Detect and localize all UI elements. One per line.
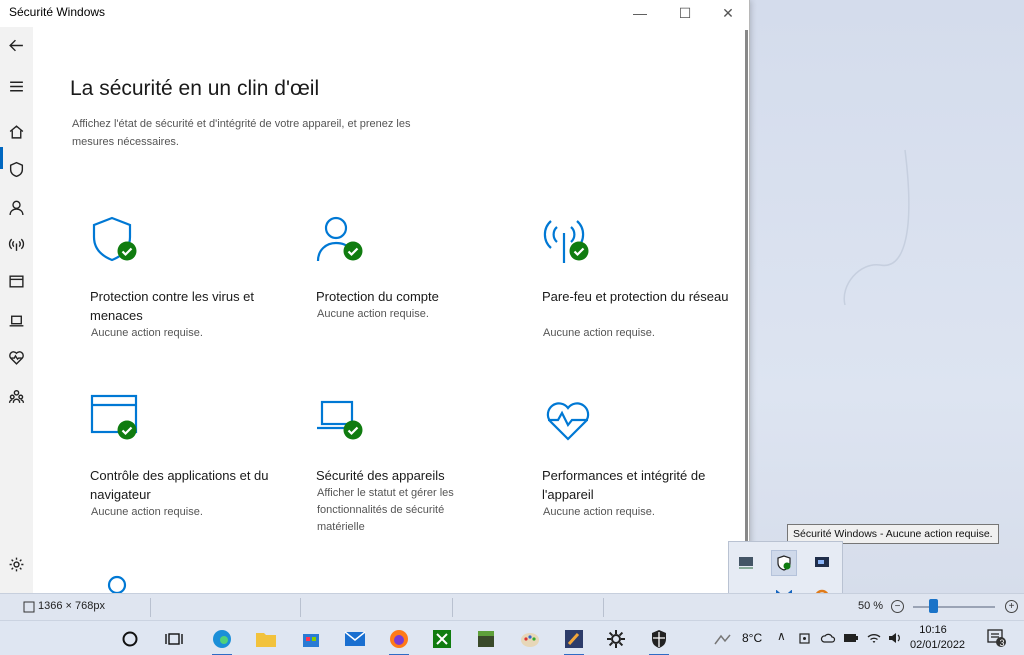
weather-icon[interactable] [712, 632, 734, 646]
display-app-icon[interactable] [811, 552, 833, 574]
editor-status-bar: 1366 × 768px 50 % − + [0, 593, 1024, 620]
paint-app-icon[interactable] [516, 625, 544, 653]
tile-status: Aucune action requise. [91, 506, 203, 518]
tile-status: Aucune action requise. [543, 506, 655, 518]
tile-device-security[interactable]: Sécurité des appareils Afficher le statu… [296, 376, 514, 551]
resolution-icon [23, 601, 35, 613]
tile-title: Sécurité des appareils [316, 468, 445, 483]
zoom-in-button[interactable]: + [1005, 600, 1018, 613]
status-divider [300, 598, 301, 617]
shield-icon[interactable] [4, 157, 29, 182]
tile-title: Pare-feu et protection du réseau [542, 289, 729, 304]
home-icon[interactable] [4, 119, 29, 144]
window-title: Sécurité Windows [9, 5, 106, 19]
page-subtitle: Affichez l'état de sécurité et d'intégri… [72, 118, 411, 148]
person-icon [316, 216, 363, 262]
taskbar-clock[interactable]: 10:16 02/01/2022 [910, 623, 966, 653]
tile-title: Protection du compte [316, 289, 439, 304]
chevron-up-icon[interactable]: ∧ [777, 629, 786, 643]
image-resolution: 1366 × 768px [38, 600, 105, 612]
monitor-app-icon[interactable] [735, 552, 757, 574]
hamburger-menu-icon[interactable] [4, 74, 29, 99]
onedrive-cloud-icon[interactable] [820, 632, 836, 644]
page-title: La sécurité en un clin d'œil [70, 77, 320, 100]
zoom-slider[interactable] [913, 606, 995, 608]
maximize-button[interactable]: ☐ [663, 0, 707, 26]
windows-security-tray-icon[interactable] [771, 550, 797, 576]
browser-window-icon [90, 394, 138, 440]
tile-status: Afficher le statut et gérer les fonction… [317, 487, 454, 533]
tile-device-performance-health[interactable]: Performances et intégrité de l'appareil … [522, 376, 740, 551]
wifi-icon[interactable] [866, 631, 882, 645]
tile-account-protection[interactable]: Protection du compte Aucune action requi… [296, 197, 514, 372]
tile-app-browser-control[interactable]: Contrôle des applications et du navigate… [70, 376, 288, 551]
security-window: Sécurité Windows — ☐ ✕ La sécurité en un… [0, 0, 750, 593]
zoom-level: 50 % [858, 600, 884, 612]
status-divider [603, 598, 604, 617]
notification-count-badge: 3 [999, 638, 1005, 648]
tile-status: Aucune action requise. [91, 327, 203, 339]
tile-firewall-network[interactable]: Pare-feu et protection du réseau Aucune … [522, 197, 740, 372]
settings-gear-taskbar-icon[interactable] [602, 625, 630, 653]
mail-icon[interactable] [341, 625, 369, 653]
minecraft-icon[interactable] [472, 625, 500, 653]
paint-brush-app-icon[interactable] [560, 625, 588, 655]
tile-title: Protection contre les virus et menaces [90, 289, 255, 323]
main-content: La sécurité en un clin d'œil Affichez l'… [33, 27, 743, 593]
meet-now-icon[interactable] [798, 631, 812, 645]
scrollbar[interactable] [745, 30, 748, 560]
status-divider [452, 598, 453, 617]
left-nav [0, 27, 33, 593]
speaker-volume-icon[interactable] [887, 631, 903, 645]
family-options-partial-icon [107, 575, 127, 593]
settings-gear-icon[interactable] [4, 552, 29, 577]
nav-active-indicator [0, 147, 3, 169]
minimize-button[interactable]: — [618, 0, 662, 26]
taskbar: 8°C ∧ 10:16 02/01/2022 3 [0, 620, 1024, 655]
status-divider [150, 598, 151, 617]
close-button[interactable]: ✕ [706, 0, 749, 26]
weather-temperature[interactable]: 8°C [742, 631, 762, 645]
clock-time: 10:16 [919, 624, 947, 636]
microsoft-store-icon[interactable] [297, 625, 325, 653]
tile-title: Performances et intégrité de l'appareil [542, 468, 706, 502]
windows-security-taskbar-icon[interactable] [645, 625, 673, 655]
xbox-icon[interactable] [428, 625, 456, 653]
app-browser-icon[interactable] [4, 269, 29, 294]
antenna-icon [543, 220, 589, 263]
title-bar: Sécurité Windows — ☐ ✕ [0, 0, 749, 27]
tile-status: Aucune action requise. [317, 308, 429, 320]
tile-status: Aucune action requise. [543, 327, 655, 339]
heart-pulse-icon [546, 402, 590, 441]
laptop-icon [317, 400, 363, 440]
zoom-out-button[interactable]: − [891, 600, 904, 613]
account-icon[interactable] [4, 195, 29, 220]
clock-date: 02/01/2022 [910, 639, 966, 651]
file-explorer-icon[interactable] [252, 625, 280, 653]
shield-icon [92, 216, 137, 262]
health-heart-icon[interactable] [4, 345, 29, 370]
network-antenna-icon[interactable] [4, 232, 29, 257]
tile-title: Contrôle des applications et du navigate… [90, 468, 269, 502]
firefox-icon[interactable] [385, 625, 413, 655]
back-arrow-icon[interactable] [4, 33, 29, 58]
zoom-slider-thumb[interactable] [929, 599, 938, 613]
edge-browser-icon[interactable] [208, 625, 236, 655]
family-options-icon[interactable] [4, 384, 29, 409]
task-view-icon[interactable] [160, 625, 188, 653]
tile-virus-protection[interactable]: Protection contre les virus et menaces A… [70, 197, 288, 372]
search-circle-icon[interactable] [116, 625, 144, 653]
device-laptop-icon[interactable] [4, 308, 29, 333]
battery-icon[interactable] [843, 632, 859, 644]
